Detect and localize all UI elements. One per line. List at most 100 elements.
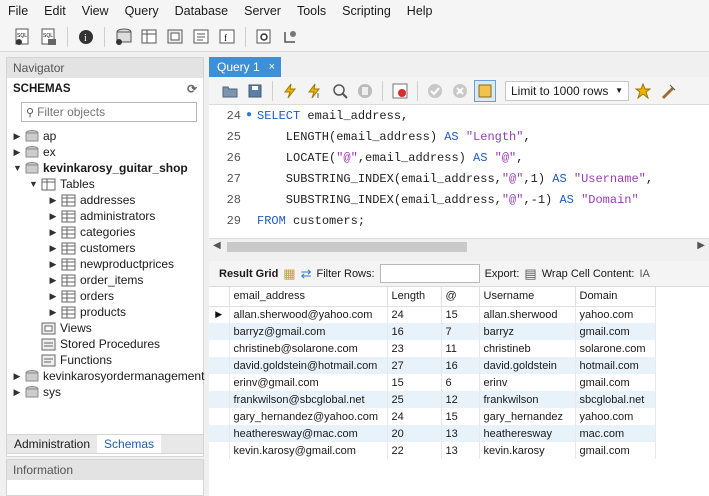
cell-email-address[interactable]: erinv@gmail.com	[229, 374, 388, 391]
table-row[interactable]: barryz@gmail.com 16 7 barryz gmail.com	[209, 323, 656, 340]
table-item-products[interactable]: ▶ products	[49, 304, 127, 320]
add-snippet-icon[interactable]	[632, 80, 654, 102]
cell-username[interactable]: heatheresway	[479, 425, 576, 442]
cell-domain[interactable]: gmail.com	[575, 442, 656, 459]
cell-domain[interactable]: mac.com	[575, 425, 656, 442]
sql-editor[interactable]: 24 ● SELECT email_address, 25 LENGTH(ema…	[209, 105, 709, 238]
cell-email-address[interactable]: heatheresway@mac.com	[229, 425, 388, 442]
table-item-customers[interactable]: ▶ customers	[49, 240, 136, 256]
table-row[interactable]: ▶ allan.sherwood@yahoo.com 24 15 allan.s…	[209, 306, 656, 323]
cell-email-address[interactable]: kevin.karosy@gmail.com	[229, 442, 388, 459]
table-row[interactable]: david.goldstein@hotmail.com 27 16 david.…	[209, 357, 656, 374]
tab-schemas[interactable]: Schemas	[97, 435, 162, 453]
cell-at[interactable]: 6	[441, 374, 480, 391]
cell-length[interactable]: 27	[387, 357, 442, 374]
chevron-down-icon[interactable]: ▼	[13, 163, 22, 173]
result-grid-tab[interactable]: Result Grid	[219, 268, 278, 280]
table-row[interactable]: kevin.karosy@gmail.com 22 13 kevin.karos…	[209, 442, 656, 459]
chevron-right-icon[interactable]: ▶	[49, 211, 57, 222]
cell-at[interactable]: 15	[441, 306, 480, 323]
stored-procedures-folder[interactable]: Stored Procedures	[41, 336, 160, 352]
cell-at[interactable]: 13	[441, 442, 480, 459]
table-item-addresses[interactable]: ▶ addresses	[49, 192, 136, 208]
export-icon[interactable]: ▤	[524, 266, 536, 282]
cell-username[interactable]: allan.sherwood	[479, 306, 576, 323]
open-file-icon[interactable]	[219, 80, 241, 102]
chevron-right-icon[interactable]: ▶	[49, 307, 57, 318]
cell-username[interactable]: erinv	[479, 374, 576, 391]
schema-item-ex[interactable]: ▶ ex	[13, 144, 56, 160]
create-schema-icon[interactable]	[112, 26, 134, 48]
create-function-icon[interactable]: f	[216, 26, 238, 48]
scrollbar-thumb[interactable]	[227, 242, 467, 252]
chevron-right-icon[interactable]: ▶	[13, 371, 21, 382]
tables-folder[interactable]: ▼ Tables	[29, 176, 95, 192]
chevron-right-icon[interactable]: ▶	[49, 195, 57, 206]
cell-length[interactable]: 25	[387, 391, 442, 408]
table-item-order-items[interactable]: ▶ order_items	[49, 272, 144, 288]
autocommit-icon[interactable]	[474, 79, 496, 102]
cell-domain[interactable]: sbcglobal.net	[575, 391, 656, 408]
cell-length[interactable]: 20	[387, 425, 442, 442]
new-sql-tab-icon[interactable]: SQL	[12, 26, 34, 48]
column-header-length[interactable]: Length	[387, 287, 442, 307]
table-item-categories[interactable]: ▶ categories	[49, 224, 136, 240]
tab-administration[interactable]: Administration	[7, 435, 97, 453]
cell-length[interactable]: 22	[387, 442, 442, 459]
commit-icon[interactable]	[424, 80, 446, 102]
cell-email-address[interactable]: allan.sherwood@yahoo.com	[229, 306, 388, 323]
cell-username[interactable]: david.goldstein	[479, 357, 576, 374]
cell-email-address[interactable]: christineb@solarone.com	[229, 340, 388, 357]
open-sql-script-icon[interactable]: SQL	[38, 26, 60, 48]
chevron-right-icon[interactable]: ▶	[49, 259, 57, 270]
menu-view[interactable]: View	[74, 0, 117, 22]
column-header-at[interactable]: @	[441, 287, 480, 307]
table-row[interactable]: christineb@solarone.com 23 11 christineb…	[209, 340, 656, 357]
create-table-icon[interactable]	[138, 26, 160, 48]
menu-database[interactable]: Database	[167, 0, 237, 22]
close-tab-icon[interactable]: ×	[269, 57, 275, 77]
cell-username[interactable]: kevin.karosy	[479, 442, 576, 459]
menu-help[interactable]: Help	[399, 0, 441, 22]
table-item-orders[interactable]: ▶ orders	[49, 288, 114, 304]
functions-folder[interactable]: Functions	[41, 352, 112, 368]
filter-rows-input[interactable]	[379, 264, 480, 283]
chevron-right-icon[interactable]: ▶	[49, 243, 57, 254]
menu-edit[interactable]: Edit	[36, 0, 74, 22]
inspector-icon[interactable]: i	[75, 26, 97, 48]
cell-email-address[interactable]: gary_hernandez@yahoo.com	[229, 408, 388, 425]
cell-length[interactable]: 24	[387, 408, 442, 425]
reconnect-icon[interactable]	[279, 26, 301, 48]
save-icon[interactable]	[244, 80, 266, 102]
cell-email-address[interactable]: david.goldstein@hotmail.com	[229, 357, 388, 374]
result-grid[interactable]: email_address Length @ Username Domain ▶…	[209, 287, 709, 496]
cell-at[interactable]: 7	[441, 323, 480, 340]
cell-email-address[interactable]: frankwilson@sbcglobal.net	[229, 391, 388, 408]
filter-objects-input[interactable]	[37, 105, 188, 119]
cell-username[interactable]: gary_hernandez	[479, 408, 576, 425]
stop-icon[interactable]	[354, 80, 376, 102]
table-row[interactable]: erinv@gmail.com 15 6 erinv gmail.com	[209, 374, 656, 391]
cell-domain[interactable]: hotmail.com	[575, 357, 656, 374]
grid-view-icon[interactable]: ▦	[283, 266, 295, 282]
beautify-icon[interactable]	[657, 80, 679, 102]
search-table-data-icon[interactable]	[253, 26, 275, 48]
chevron-right-icon[interactable]: ▶	[13, 387, 21, 398]
cell-at[interactable]: 11	[441, 340, 480, 357]
explain-icon[interactable]	[329, 80, 351, 102]
cell-email-address[interactable]: barryz@gmail.com	[229, 323, 388, 340]
cell-username[interactable]: barryz	[479, 323, 576, 340]
cell-length[interactable]: 15	[387, 374, 442, 391]
schema-item-sys[interactable]: ▶ sys	[13, 384, 61, 400]
toggle-error-icon[interactable]	[389, 80, 411, 102]
column-header-domain[interactable]: Domain	[575, 287, 656, 307]
menu-server[interactable]: Server	[236, 0, 289, 22]
cell-domain[interactable]: yahoo.com	[575, 306, 656, 323]
schema-item-kevinkarosyordermanagement[interactable]: ▶ kevinkarosyordermanagement	[13, 368, 205, 384]
cell-domain[interactable]: yahoo.com	[575, 408, 656, 425]
column-header-username[interactable]: Username	[479, 287, 576, 307]
create-view-icon[interactable]	[164, 26, 186, 48]
cell-username[interactable]: christineb	[479, 340, 576, 357]
cell-domain[interactable]: solarone.com	[575, 340, 656, 357]
rollback-icon[interactable]	[449, 80, 471, 102]
